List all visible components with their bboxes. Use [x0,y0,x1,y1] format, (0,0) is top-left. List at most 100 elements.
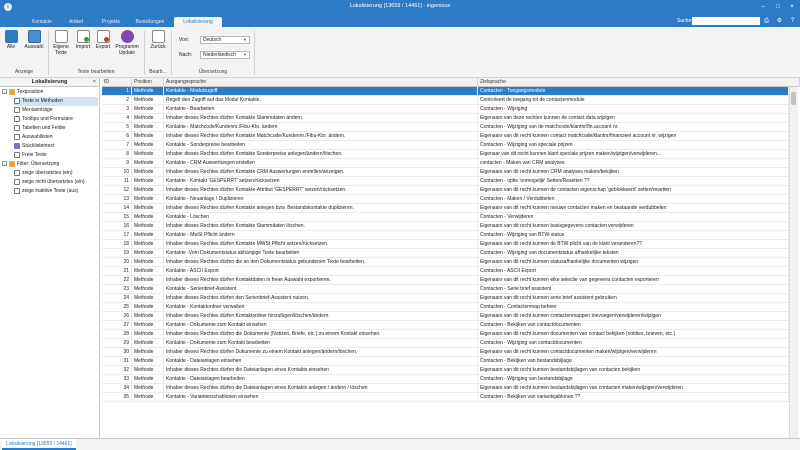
table-cell[interactable]: Methode [132,249,164,257]
table-cell[interactable]: Kontakte - Dateianlagen bearbeiten [164,375,478,383]
table-cell[interactable]: Contacten - Bekijken van contactdocument… [478,321,789,329]
sidebar-close-icon[interactable]: × [93,78,96,87]
table-cell[interactable]: 30 [102,348,132,356]
table-cell[interactable]: 34 [102,384,132,392]
table-cell[interactable]: Inhaber dieses Rechtes dürfen Kontakte S… [164,222,478,230]
table-row[interactable]: 32 Methode Inhaber dieses Rechtes dürfen d… [102,366,789,375]
alle-button[interactable]: Alle [3,30,19,51]
table-cell[interactable]: Eigenaars van dit recht kunnen contacten… [478,312,789,320]
table-cell[interactable]: 8 [102,150,132,158]
table-row[interactable]: 11 Methode Kontakte - Kontakt 'GESPERRT' s… [102,177,789,186]
table-cell[interactable]: Contacten - Wijziging van de matchcode/k… [478,123,789,131]
table-cell[interactable]: Methode [132,204,164,212]
table-cell[interactable]: Methode [132,267,164,275]
von-select[interactable]: Deutsch ▼ [200,36,250,44]
table-cell[interactable]: Methode [132,312,164,320]
table-cell[interactable]: Methode [132,168,164,176]
table-row[interactable]: 19 Methode Kontakte -Vom Dokumentstatus ab… [102,249,789,258]
table-cell[interactable]: Kontakte - ASCII Export [164,267,478,275]
table-cell[interactable]: Methode [132,330,164,338]
tree-item-freie-texte[interactable]: Freie Texte [14,151,47,160]
tree-item-tabellen[interactable]: Tabellen und Felder [14,124,66,133]
table-cell[interactable]: Contacten - optie 'onmogelijk' Setten/Re… [478,177,789,185]
tab-bestellungen[interactable]: Bestellungen [130,17,170,27]
table-cell[interactable]: contacten - Maken van CRM analyses [478,159,789,167]
table-cell[interactable]: 14 [102,204,132,212]
table-cell[interactable]: 24 [102,294,132,302]
table-cell[interactable]: 25 [102,303,132,311]
minimize-icon[interactable]: – [758,2,768,12]
table-row[interactable]: 5 Methode Kontakte - Matchcode/Kundennr./F… [102,123,789,132]
help-icon[interactable]: ? [788,17,797,25]
table-cell[interactable]: Methode [132,105,164,113]
table-row[interactable]: 17 Methode Kontakte - MwSt Pflicht ändern C… [102,231,789,240]
table-cell[interactable]: Kontakte - Matchcode/Kundennr./Fibu-Kto.… [164,123,478,131]
import-button[interactable]: Import [74,30,92,51]
table-row[interactable]: 12 Methode Inhaber dieses Rechtes dürfen K… [102,186,789,195]
programm-update-button[interactable]: Programm Update [114,30,140,56]
export-button[interactable]: Export [94,30,112,51]
table-cell[interactable]: Inhaber dieses Rechtes dürfen Dokumente … [164,348,478,356]
table-cell[interactable]: Inhaber dieses Rechtes dürfen Kontakte S… [164,114,478,122]
table-cell[interactable]: 9 [102,159,132,167]
table-cell[interactable]: Contacten - ASCII Export [478,267,789,275]
table-cell[interactable]: 13 [102,195,132,203]
table-cell[interactable]: Methode [132,240,164,248]
table-cell[interactable]: Kontakte - Kontakt 'GESPERRT' setzen/rüc… [164,177,478,185]
table-cell[interactable]: 23 [102,285,132,293]
column-header-position[interactable]: Position [132,78,164,87]
table-cell[interactable]: 4 [102,114,132,122]
table-cell[interactable]: Methode [132,375,164,383]
table-cell[interactable]: Inhaber dieses Rechtes dürfen die an den… [164,258,478,266]
table-cell[interactable]: Inhaber dieses Rechtes dürfen Kontakte C… [164,168,478,176]
table-cell[interactable]: Methode [132,303,164,311]
table-cell[interactable]: Eigenaars van deze rechten kunnen de con… [478,114,789,122]
gear-icon[interactable]: ⚙ [775,17,784,25]
table-cell[interactable]: Methode [132,222,164,230]
table-row[interactable]: 34 Methode Inhaber dieses Rechtes dürfen d… [102,384,789,393]
table-cell[interactable]: 29 [102,339,132,347]
column-header-zielsprache[interactable]: Zielsprache [478,78,800,87]
table-cell[interactable]: Inhaber dieses Rechtes dürfen Kontakte S… [164,150,478,158]
table-cell[interactable]: Eigenaars van dit recht kunnen documente… [478,330,789,338]
table-cell[interactable]: Eigenaars van dit recht kunnen CRM analy… [478,168,789,176]
table-cell[interactable]: Eigenaars van dit recht kunnen elke sele… [478,276,789,284]
table-cell[interactable]: Methode [132,141,164,149]
table-cell[interactable]: Contacten - Wijziging [478,105,789,113]
table-cell[interactable]: Kontakte - Bearbeiten [164,105,478,113]
table-row[interactable]: 3 Methode Kontakte - Bearbeiten Contacten -… [102,105,789,114]
table-row[interactable]: 14 Methode Inhaber dieses Rechtes dürfen K… [102,204,789,213]
table-cell[interactable]: 28 [102,330,132,338]
table-cell[interactable]: Eigenaars van dit recht kunnen contact m… [478,132,789,140]
table-cell[interactable]: 26 [102,312,132,320]
table-cell[interactable]: Methode [132,321,164,329]
tree-item-stuecklistentext[interactable]: Stücklistentext [14,142,54,151]
table-cell[interactable]: Contacten - Serie brief assistent [478,285,789,293]
table-cell[interactable]: Kontakte - Dokumente zum Kontakt einsehe… [164,321,478,329]
table-cell[interactable]: Kontakte - Modulzugriff [164,87,478,95]
table-cell[interactable]: Contacten - Bekijken van bestandsbijlage [478,357,789,365]
table-cell[interactable]: 35 [102,393,132,401]
zurueck-button[interactable]: Zurück [148,30,168,51]
table-row[interactable]: 4 Methode Inhaber dieses Rechtes dürfen Ko… [102,114,789,123]
table-cell[interactable]: 12 [102,186,132,194]
table-cell[interactable]: 31 [102,357,132,365]
tree-item-menueeintraege[interactable]: Menüeinträge [14,106,53,115]
vertical-scrollbar[interactable] [789,87,798,438]
table-cell[interactable]: Methode [132,294,164,302]
tree-item-tooltips[interactable]: Tooltips und Formulare [14,115,73,124]
table-row[interactable]: 9 Methode Kontakte - CRM Auswertungen erst… [102,159,789,168]
close-icon[interactable]: × [787,2,797,12]
tree-item-zeige-uebersetztes[interactable]: zeige übersetztes (ein) [14,169,73,178]
table-cell[interactable]: Methode [132,357,164,365]
table-row[interactable]: 23 Methode Kontakte - Serienbrief-Assisten… [102,285,789,294]
table-cell[interactable]: Contacten - Bekijken van variantsjablone… [478,393,789,401]
document-tab[interactable]: Lokalisierung [13659 / 14461] [2,439,76,450]
table-cell[interactable]: Kontakte - Kontaktordner verwalten [164,303,478,311]
table-row[interactable]: 24 Methode Inhaber dieses Rechtes dürfen d… [102,294,789,303]
table-cell[interactable]: Inhaber dieses Rechtes dürfen Kontaktord… [164,312,478,320]
table-cell[interactable]: Eigenaar van dit recht kunnen klant spec… [478,150,789,158]
scrollbar-thumb[interactable] [791,92,796,105]
table-row[interactable]: 29 Methode Kontakte - Dokumente zum Kontak… [102,339,789,348]
table-row[interactable]: 7 Methode Kontakte - Sonderpreise bearbeit… [102,141,789,150]
